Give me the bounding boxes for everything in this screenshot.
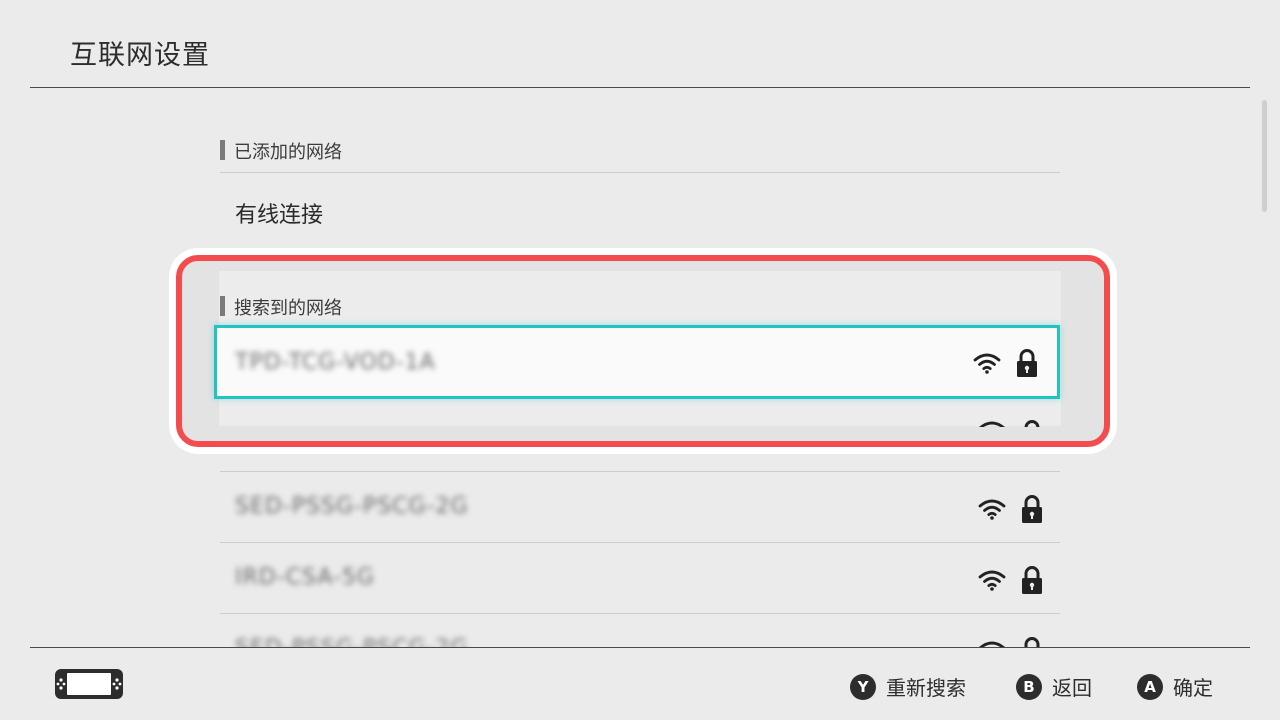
lock-icon	[1020, 419, 1044, 427]
header: 互联网设置	[0, 0, 1280, 88]
network-ssid: TPD-TCG-VOD-1A	[235, 350, 436, 375]
wifi-icon	[973, 351, 1001, 375]
section-header-added-networks: 已添加的网络	[220, 138, 342, 164]
scrollbar[interactable]	[1262, 100, 1267, 212]
a-button-icon: A	[1137, 673, 1163, 700]
divider	[220, 172, 1060, 173]
network-ssid: IRD-CSA-5G	[235, 565, 375, 590]
back-button[interactable]: B 返回	[1016, 672, 1092, 701]
network-item[interactable]: IRD-CSA-5G	[220, 543, 1060, 613]
y-button-icon: Y	[850, 673, 876, 700]
b-button-icon: B	[1016, 673, 1042, 700]
wifi-icon	[978, 497, 1006, 521]
back-label: 返回	[1052, 676, 1092, 700]
wired-connection-label: 有线连接	[235, 203, 324, 228]
lock-icon	[1020, 494, 1044, 524]
confirm-button[interactable]: A 确定	[1137, 672, 1213, 701]
page-title: 互联网设置	[70, 40, 210, 71]
header-divider	[30, 87, 1250, 88]
wifi-icon	[978, 568, 1006, 592]
network-item-selected[interactable]: TPD-TCG-VOD-1A	[214, 325, 1060, 399]
wifi-icon	[978, 419, 1006, 427]
confirm-label: 确定	[1173, 676, 1213, 700]
rescan-label: 重新搜索	[886, 676, 966, 700]
wired-connection-item[interactable]: 有线连接	[220, 174, 1060, 246]
network-item[interactable]: SED-PSSG-PSCG-2G	[220, 472, 1060, 542]
rescan-button[interactable]: Y 重新搜索	[850, 672, 966, 701]
lock-icon	[1015, 348, 1039, 378]
handheld-console-icon	[55, 669, 123, 699]
network-item-partial[interactable]	[220, 419, 1060, 427]
footer-divider	[30, 647, 1250, 648]
network-ssid: SED-PSSG-PSCG-2G	[235, 494, 469, 519]
lock-icon	[1020, 565, 1044, 595]
section-header-found-networks: 搜索到的网络	[220, 294, 342, 320]
